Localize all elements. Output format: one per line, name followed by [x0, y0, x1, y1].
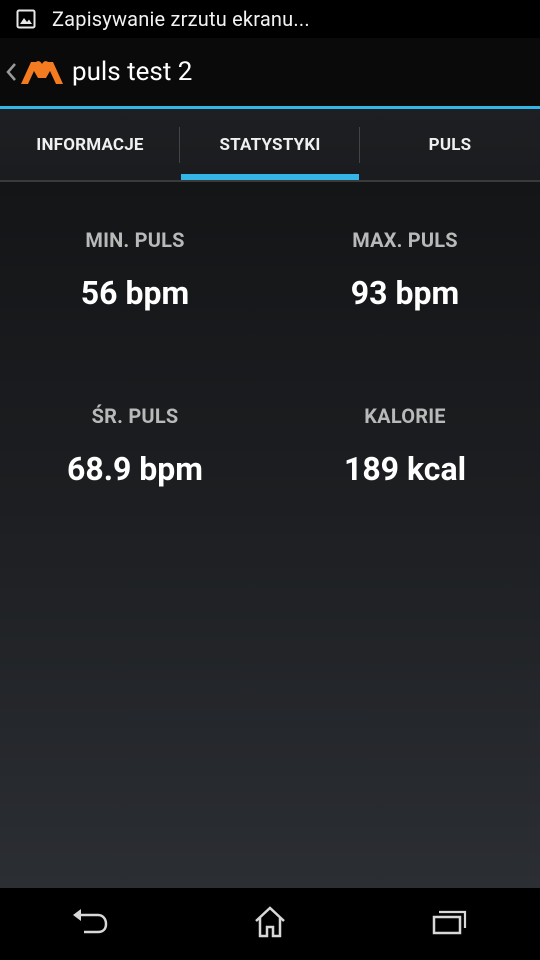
- image-icon: [16, 9, 36, 29]
- action-bar: puls test 2: [0, 38, 540, 106]
- tab-label: PULS: [428, 134, 472, 155]
- stat-max-pulse: MAX. PULS 93 bpm: [270, 228, 540, 312]
- heart-logo-icon[interactable]: [18, 54, 66, 90]
- stat-label: KALORIE: [364, 404, 446, 428]
- home-button[interactable]: [230, 899, 310, 949]
- tab-informacje[interactable]: INFORMACJE: [0, 109, 180, 180]
- statistics-panel: MIN. PULS 56 bpm MAX. PULS 93 bpm ŚR. PU…: [0, 182, 540, 888]
- tab-bar: INFORMACJE STATYSTYKI PULS: [0, 109, 540, 182]
- notification-text: Zapisywanie zrzutu ekranu...: [52, 7, 310, 31]
- stat-label: MAX. PULS: [352, 228, 458, 252]
- home-icon: [252, 905, 288, 943]
- tab-label: INFORMACJE: [36, 134, 144, 155]
- tab-puls[interactable]: PULS: [360, 109, 540, 180]
- stat-value: 68.9 bpm: [66, 450, 204, 488]
- tab-statystyki[interactable]: STATYSTYKI: [180, 109, 360, 182]
- stat-avg-pulse: ŚR. PULS 68.9 bpm: [0, 404, 270, 488]
- tab-label: STATYSTYKI: [219, 134, 321, 155]
- stat-label: MIN. PULS: [85, 228, 185, 252]
- stat-value: 93 bpm: [350, 274, 460, 312]
- stat-value: 189 kcal: [343, 450, 467, 488]
- page-title: puls test 2: [72, 57, 193, 87]
- status-bar: Zapisywanie zrzutu ekranu...: [0, 0, 540, 38]
- stat-label: ŚR. PULS: [91, 404, 179, 428]
- recent-apps-icon: [431, 907, 469, 941]
- navigation-bar: [0, 888, 540, 960]
- stat-calories: KALORIE 189 kcal: [270, 404, 540, 488]
- back-icon: [70, 907, 110, 941]
- back-button[interactable]: [50, 899, 130, 949]
- recent-apps-button[interactable]: [410, 899, 490, 949]
- chevron-left-icon[interactable]: [4, 59, 18, 85]
- stat-value: 56 bpm: [80, 274, 190, 312]
- stat-min-pulse: MIN. PULS 56 bpm: [0, 228, 270, 312]
